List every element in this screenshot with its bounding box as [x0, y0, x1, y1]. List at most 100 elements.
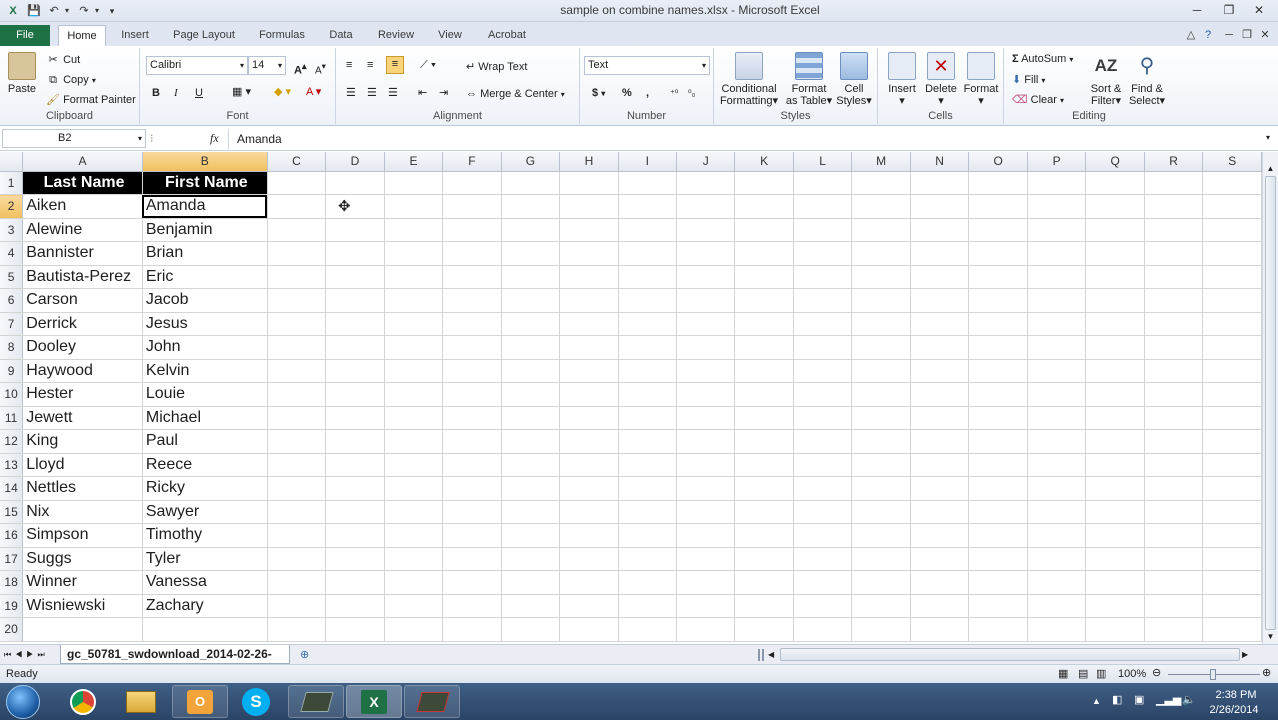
cell[interactable]: [618, 359, 678, 383]
cell[interactable]: [1027, 406, 1087, 430]
clear-button[interactable]: ⌫ Clear ▾: [1012, 93, 1064, 108]
fill-color-icon[interactable]: ◆ ▾: [274, 85, 291, 99]
cell[interactable]: [1085, 476, 1145, 501]
cell[interactable]: [267, 570, 327, 595]
cell[interactable]: [793, 335, 853, 360]
sheet-tab-active[interactable]: gc_50781_swdownload_2014-02-26-: [60, 645, 290, 664]
cell[interactable]: [442, 194, 502, 219]
cell[interactable]: [501, 241, 561, 266]
cell[interactable]: [384, 171, 444, 195]
cell[interactable]: [1085, 547, 1145, 571]
row-header[interactable]: 1: [0, 171, 24, 195]
cell[interactable]: [910, 335, 970, 360]
cell-last-name[interactable]: Hester: [22, 382, 143, 407]
cell[interactable]: [1202, 617, 1262, 642]
split-handle-icon[interactable]: [758, 649, 764, 661]
cell[interactable]: [676, 453, 736, 477]
cell-last-name[interactable]: Simpson: [22, 523, 143, 548]
cell[interactable]: [851, 359, 911, 383]
cell[interactable]: [384, 406, 444, 430]
cell[interactable]: [1085, 453, 1145, 477]
tab-review[interactable]: Review: [370, 25, 422, 46]
cell[interactable]: [559, 570, 619, 595]
increase-decimal-icon[interactable]: ⁺⁰: [670, 86, 678, 100]
cell[interactable]: [384, 335, 444, 360]
cell[interactable]: [734, 617, 794, 642]
cell[interactable]: [384, 453, 444, 477]
column-header[interactable]: N: [910, 152, 970, 172]
cell-last-name[interactable]: Bannister: [22, 241, 143, 266]
currency-button[interactable]: $ ▾: [592, 86, 605, 101]
column-header[interactable]: A: [22, 152, 143, 172]
row-header[interactable]: 20: [0, 617, 24, 642]
font-color-icon[interactable]: A ▾: [306, 85, 321, 99]
merge-center-button[interactable]: ⇔ Merge & Center ▾: [466, 87, 565, 102]
cell[interactable]: [325, 265, 385, 289]
cell[interactable]: [793, 476, 853, 501]
cell-first-name[interactable]: Louie: [142, 382, 268, 407]
cell[interactable]: [501, 171, 561, 195]
cell[interactable]: [384, 617, 444, 642]
cell[interactable]: [1202, 382, 1262, 407]
cell[interactable]: [442, 359, 502, 383]
cell[interactable]: [910, 547, 970, 571]
show-hidden-icons[interactable]: ▲: [1092, 694, 1101, 708]
cell[interactable]: [793, 453, 853, 477]
cell[interactable]: [1027, 453, 1087, 477]
cell[interactable]: [559, 523, 619, 548]
cell[interactable]: [851, 453, 911, 477]
cell[interactable]: [442, 288, 502, 313]
cell[interactable]: [793, 312, 853, 336]
cell[interactable]: [851, 288, 911, 313]
cell[interactable]: [676, 288, 736, 313]
cell[interactable]: [734, 218, 794, 242]
cell[interactable]: [325, 171, 385, 195]
cell[interactable]: [793, 523, 853, 548]
cell[interactable]: [968, 218, 1028, 242]
cell[interactable]: [676, 382, 736, 407]
undo-icon[interactable]: ↶: [46, 3, 62, 19]
redo-dropdown-icon[interactable]: ▾: [92, 3, 102, 19]
shrink-font-icon[interactable]: A▾: [315, 59, 326, 78]
cell[interactable]: [325, 570, 385, 595]
cell[interactable]: [851, 218, 911, 242]
cell-last-name[interactable]: Winner: [22, 570, 143, 595]
formula-bar-grip-icon[interactable]: ⁝: [150, 132, 154, 146]
increase-indent-icon[interactable]: ⇥: [439, 86, 448, 100]
find-select-button[interactable]: ⚲ Find & Select▾: [1126, 52, 1168, 107]
row-header[interactable]: 9: [0, 359, 24, 383]
cell[interactable]: [559, 194, 619, 219]
cell[interactable]: [22, 617, 143, 642]
row-header[interactable]: 2: [0, 194, 24, 219]
cell[interactable]: [618, 265, 678, 289]
decrease-decimal-icon[interactable]: ⁰₀: [688, 86, 695, 100]
row-header[interactable]: 4: [0, 241, 24, 266]
cell[interactable]: [851, 265, 911, 289]
sort-filter-button[interactable]: AZ Sort & Filter▾: [1086, 52, 1126, 107]
taskbar-outlook[interactable]: O: [172, 685, 228, 718]
cell[interactable]: [1085, 312, 1145, 336]
cell[interactable]: [851, 406, 911, 430]
cell[interactable]: [559, 429, 619, 454]
column-header[interactable]: D: [325, 152, 385, 172]
borders-icon[interactable]: ▦ ▾: [232, 85, 251, 99]
tab-page-layout[interactable]: Page Layout: [166, 25, 242, 46]
cell[interactable]: [910, 476, 970, 501]
orientation-icon[interactable]: ⟋ ▾: [420, 58, 436, 72]
cell[interactable]: [325, 547, 385, 571]
cell-styles-button[interactable]: Cell Styles▾: [834, 52, 874, 107]
cell-first-name[interactable]: Sawyer: [142, 500, 268, 524]
cell[interactable]: [968, 453, 1028, 477]
cell[interactable]: [501, 382, 561, 407]
cell[interactable]: [968, 523, 1028, 548]
cell-last-name[interactable]: Nettles: [22, 476, 143, 501]
cell[interactable]: [384, 288, 444, 313]
cell[interactable]: [618, 617, 678, 642]
cell[interactable]: [1027, 429, 1087, 454]
cell[interactable]: [1085, 288, 1145, 313]
cell[interactable]: [501, 523, 561, 548]
column-header[interactable]: I: [618, 152, 678, 172]
row-header[interactable]: 10: [0, 382, 24, 407]
scroll-left-icon[interactable]: ◀: [768, 648, 774, 662]
cell[interactable]: [384, 382, 444, 407]
